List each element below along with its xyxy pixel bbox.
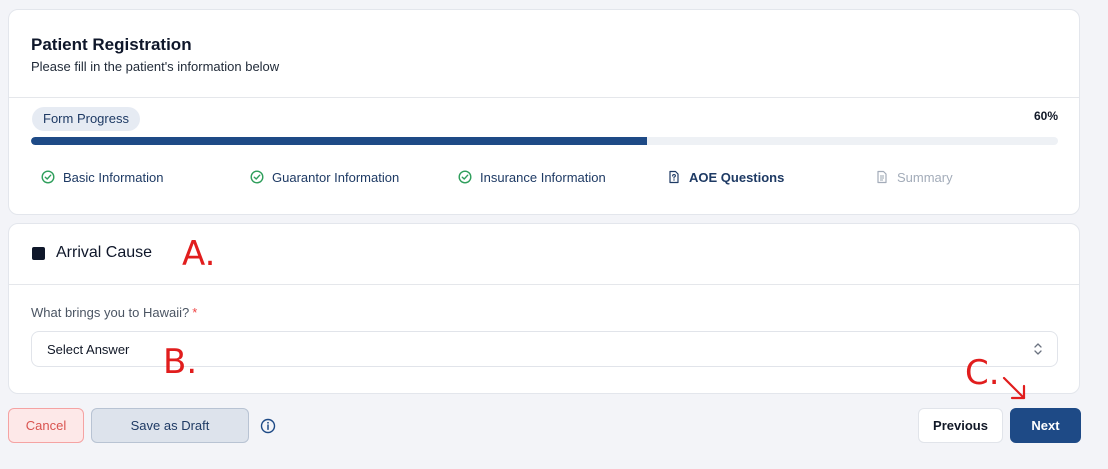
step-label: Summary — [897, 169, 953, 185]
divider — [9, 284, 1079, 285]
page-title: Patient Registration — [31, 35, 192, 54]
annotation-c: C. — [965, 353, 1000, 393]
chevron-up-down-icon — [1033, 342, 1043, 356]
progress-label-chip: Form Progress — [32, 107, 140, 131]
info-icon[interactable] — [260, 418, 276, 434]
section-marker-icon — [32, 247, 45, 260]
step-label: Basic Information — [63, 169, 164, 185]
divider — [9, 97, 1079, 98]
step-aoe-questions[interactable]: AOE Questions — [667, 168, 784, 186]
step-basic-information[interactable]: Basic Information — [41, 168, 163, 186]
progress-percent: 60% — [1033, 109, 1058, 123]
question-label: What brings you to Hawaii? * — [31, 305, 197, 320]
save-as-draft-button[interactable]: Save as Draft — [91, 408, 249, 443]
question-document-icon — [667, 170, 681, 184]
step-label: Insurance Information — [480, 169, 606, 185]
section-title: Arrival Cause — [56, 244, 153, 261]
check-circle-icon — [41, 170, 55, 184]
select-value: Select Answer — [47, 342, 130, 357]
previous-button[interactable]: Previous — [918, 408, 1003, 443]
step-label: AOE Questions — [689, 169, 785, 185]
document-icon — [875, 170, 889, 184]
progress-bar — [31, 137, 1058, 145]
annotation-arrow-icon — [1002, 376, 1026, 400]
question-text: What brings you to Hawaii? — [31, 305, 190, 320]
step-label: Guarantor Information — [272, 169, 400, 185]
required-asterisk: * — [192, 305, 198, 320]
cancel-button[interactable]: Cancel — [8, 408, 84, 443]
annotation-a: A. — [182, 234, 216, 274]
annotation-b: B. — [163, 342, 198, 382]
check-circle-icon — [458, 170, 472, 184]
step-summary[interactable]: Summary — [875, 168, 953, 186]
check-circle-icon — [250, 170, 264, 184]
progress-bar-fill — [31, 137, 648, 145]
step-guarantor-information[interactable]: Guarantor Information — [250, 168, 399, 186]
next-button[interactable]: Next — [1010, 408, 1081, 443]
page-subtitle: Please fill in the patient's information… — [31, 59, 280, 74]
form-header-card: Patient Registration Please fill in the … — [8, 9, 1080, 215]
step-insurance-information[interactable]: Insurance Information — [458, 168, 606, 186]
